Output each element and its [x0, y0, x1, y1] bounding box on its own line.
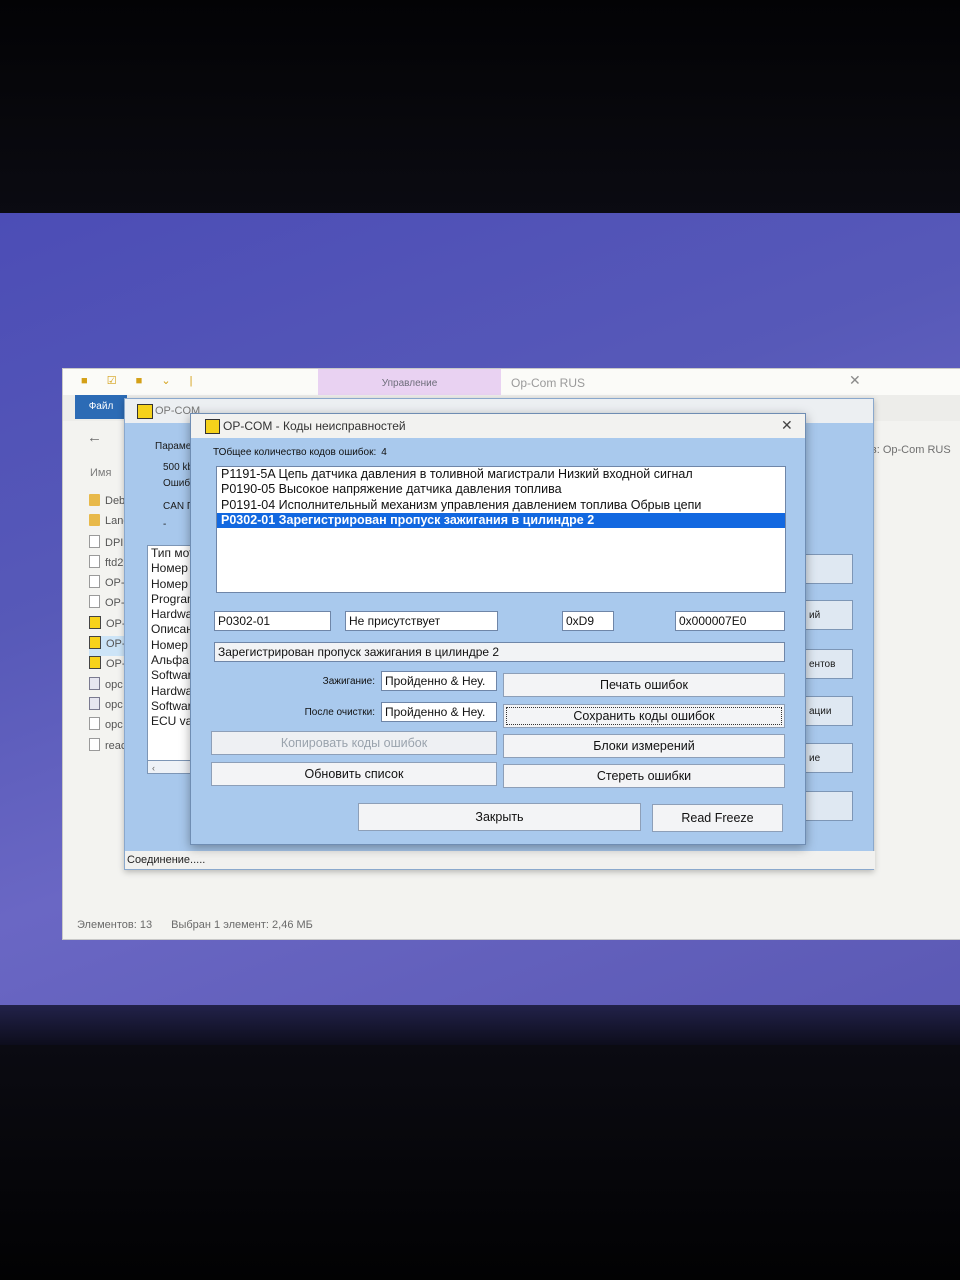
- dialog-titlebar: OP-COM - Коды неисправностей ✕: [191, 414, 805, 438]
- fault-code-row-selected[interactable]: P0302-01 Зарегистрирован пропуск зажиган…: [217, 512, 785, 529]
- status-item-count: Элементов: 13: [77, 919, 153, 931]
- folder-icon: [89, 514, 100, 527]
- opcom-icon: [89, 636, 101, 650]
- fault-codes-dialog: OP-COM - Коды неисправностей ✕ ТОбщее ко…: [190, 413, 806, 845]
- description-field[interactable]: Зарегистрирован пропуск зажигания в цили…: [214, 642, 785, 662]
- document-icon: [89, 554, 100, 568]
- taskbar-edge: [0, 1005, 960, 1045]
- close-button[interactable]: Закрыть: [358, 803, 641, 831]
- opcom-icon: [89, 656, 101, 670]
- document-icon: [89, 717, 100, 731]
- document-icon: [89, 737, 100, 751]
- fault-codes-list[interactable]: P1191-5A Цепь датчика давления в толивно…: [216, 466, 786, 593]
- opcom-icon: [89, 615, 101, 629]
- explorer-title: Op-Com RUS: [511, 376, 586, 390]
- file-tab[interactable]: Файл: [75, 395, 127, 419]
- connection-status: Соединение.....: [125, 851, 875, 869]
- refresh-list-button[interactable]: Обновить список: [211, 762, 497, 786]
- params-line: -: [163, 519, 167, 530]
- photo-background-bottom: [0, 1045, 960, 1280]
- print-errors-button[interactable]: Печать ошибок: [503, 673, 785, 697]
- quick-access-icons[interactable]: ■ ☑ ■ ⌄ |: [81, 374, 200, 387]
- copy-codes-button[interactable]: Копировать коды ошибок: [211, 731, 497, 755]
- side-button[interactable]: ие: [805, 743, 853, 773]
- fault-code-row[interactable]: P1191-5A Цепь датчика давления в толивно…: [217, 467, 785, 482]
- total-codes-count: 4: [381, 447, 387, 458]
- document-icon: [89, 534, 100, 548]
- document-icon: [89, 595, 100, 609]
- side-button[interactable]: ий: [805, 600, 853, 630]
- desktop: ■ ☑ ■ ⌄ | Управление Op-Com RUS ✕ Файл ←…: [0, 213, 960, 1045]
- side-button[interactable]: ентов: [805, 649, 853, 679]
- back-arrow-icon[interactable]: ←: [87, 429, 102, 446]
- params-line: 500 kb: [163, 462, 194, 473]
- photo-background-top: [0, 0, 960, 215]
- executable-icon: [89, 676, 100, 690]
- explorer-titlebar: ■ ☑ ■ ⌄ | Управление Op-Com RUS ✕: [63, 369, 960, 395]
- fault-code-row[interactable]: P0191-04 Исполнительный механизм управле…: [217, 498, 785, 513]
- presence-status-field[interactable]: Не присутствует: [345, 611, 498, 631]
- code-field[interactable]: P0302-01: [214, 611, 331, 631]
- ignition-status-field[interactable]: Пройденно & Неу.: [381, 671, 497, 691]
- read-freeze-button[interactable]: Read Freeze: [652, 804, 783, 832]
- executable-icon: [89, 696, 100, 710]
- after-clear-status-field[interactable]: Пройденно & Неу.: [381, 702, 497, 722]
- measurement-blocks-button[interactable]: Блоки измерений: [503, 734, 785, 758]
- after-clear-label: После очистки:: [304, 707, 375, 718]
- side-button[interactable]: ации: [805, 696, 853, 726]
- hex-address-field[interactable]: 0x000007E0: [675, 611, 785, 631]
- dialog-title: OP-COM - Коды неисправностей: [223, 419, 406, 433]
- opcom-logo-icon: [137, 404, 153, 419]
- status-selection: Выбран 1 элемент: 2,46 МБ: [171, 919, 313, 931]
- folder-icon: [89, 494, 100, 506]
- side-button[interactable]: [805, 791, 853, 821]
- total-codes-label: ТОбщее количество кодов ошибок: 4: [213, 447, 387, 458]
- opcom-logo-icon: [205, 419, 220, 434]
- close-icon[interactable]: ✕: [849, 372, 861, 389]
- fault-code-row[interactable]: P0190-05 Высокое напряжение датчика давл…: [217, 482, 785, 497]
- total-codes-text: ТОбщее количество кодов ошибок:: [213, 447, 377, 458]
- close-icon[interactable]: ✕: [781, 417, 793, 434]
- side-button[interactable]: [805, 554, 853, 584]
- erase-errors-button[interactable]: Стереть ошибки: [503, 764, 785, 788]
- ribbon-tab-manage[interactable]: Управление: [318, 369, 501, 395]
- hex-status-field[interactable]: 0xD9: [562, 611, 614, 631]
- document-icon: [89, 575, 100, 589]
- save-codes-button[interactable]: Сохранить коды ошибок: [503, 704, 785, 728]
- column-header-name[interactable]: Имя: [90, 467, 111, 479]
- search-box-hint[interactable]: к в: Op-Com RUS: [863, 444, 951, 456]
- ignition-label: Зажигание:: [322, 676, 375, 687]
- explorer-status-bar: Элементов: 13 Выбран 1 элемент: 2,46 МБ: [77, 919, 329, 931]
